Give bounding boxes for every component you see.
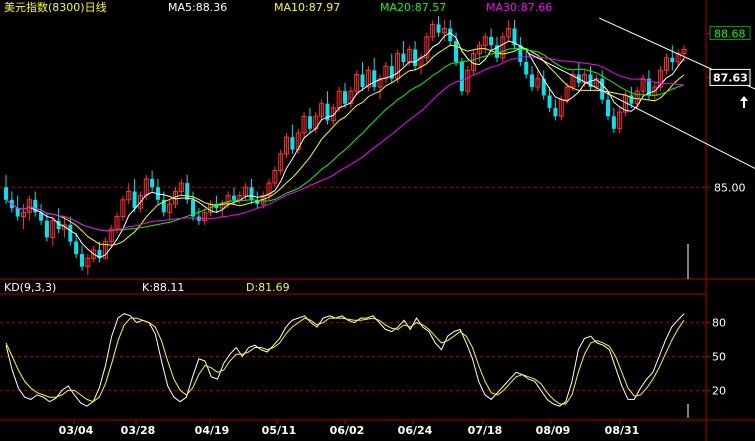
chart-background xyxy=(0,0,755,441)
candle-down xyxy=(524,61,529,75)
candle-down xyxy=(600,78,605,100)
k-value-legend: K:88.11 xyxy=(142,281,185,294)
candle-down xyxy=(448,28,453,42)
candle-down xyxy=(44,220,49,238)
candle-down xyxy=(606,99,611,117)
candle-down xyxy=(79,254,84,267)
price-tick-label: 87.63 xyxy=(713,71,748,84)
candle-down xyxy=(231,195,236,200)
candle-down xyxy=(413,49,418,67)
date-tick-label: 04/19 xyxy=(195,424,230,437)
kd-title: KD(9,3,3) xyxy=(4,281,57,294)
ma30-legend: MA30:87.66 xyxy=(486,1,553,14)
date-tick-label: 05/11 xyxy=(262,424,297,437)
candle-down xyxy=(489,36,494,46)
candle-down xyxy=(547,95,552,108)
candle-down xyxy=(360,74,365,88)
kd-tick-label: 80 xyxy=(712,317,726,330)
candle-down xyxy=(150,178,155,188)
instrument-title: 美元指数(8300)日线 xyxy=(4,1,107,14)
candle-down xyxy=(307,116,312,129)
date-tick-label: 06/02 xyxy=(330,424,365,437)
instrument-title-text: 美元指数(8300)日线 xyxy=(4,1,107,14)
candle-down xyxy=(454,41,459,62)
candle-down xyxy=(290,137,295,150)
date-tick-label: 03/28 xyxy=(121,424,156,437)
date-tick-label: 08/31 xyxy=(605,424,640,437)
candle-down xyxy=(249,187,254,200)
date-tick-label: 06/24 xyxy=(398,424,433,437)
ma10-legend: MA10:87.97 xyxy=(274,1,341,14)
candle-down xyxy=(4,187,8,200)
candle-down xyxy=(629,95,634,104)
date-tick-label: 07/18 xyxy=(468,424,503,437)
kd-tick-label: 50 xyxy=(712,351,726,364)
candle-down xyxy=(15,208,20,217)
d-value-legend: D:81.69 xyxy=(246,281,290,294)
date-tick-label: 08/09 xyxy=(536,424,571,437)
candle-down xyxy=(530,74,535,88)
candle-down xyxy=(611,116,616,129)
ma20-legend: MA20:87.57 xyxy=(380,1,447,14)
kd-tick-label: 20 xyxy=(712,384,726,397)
candle-down xyxy=(343,91,347,104)
candle-down xyxy=(459,61,464,92)
price-tick-label: 88.68 xyxy=(714,28,746,41)
ma5-legend: MA5:88.36 xyxy=(168,1,228,14)
candle-down xyxy=(74,241,79,255)
price-tick-label: 85.00 xyxy=(714,181,746,194)
candle-down xyxy=(372,70,377,88)
candle-down xyxy=(670,57,675,62)
candle-down xyxy=(132,191,137,209)
candle-down xyxy=(401,53,406,62)
candle-down xyxy=(68,224,73,242)
price-chart-canvas: 88.68 87.63 85.00 80 50 20 03/04 03/28 04/19 05… xyxy=(0,0,755,441)
candle-down xyxy=(436,24,441,33)
date-tick-label: 03/04 xyxy=(59,424,94,437)
candle-down xyxy=(553,107,558,117)
candle-down xyxy=(185,183,190,200)
